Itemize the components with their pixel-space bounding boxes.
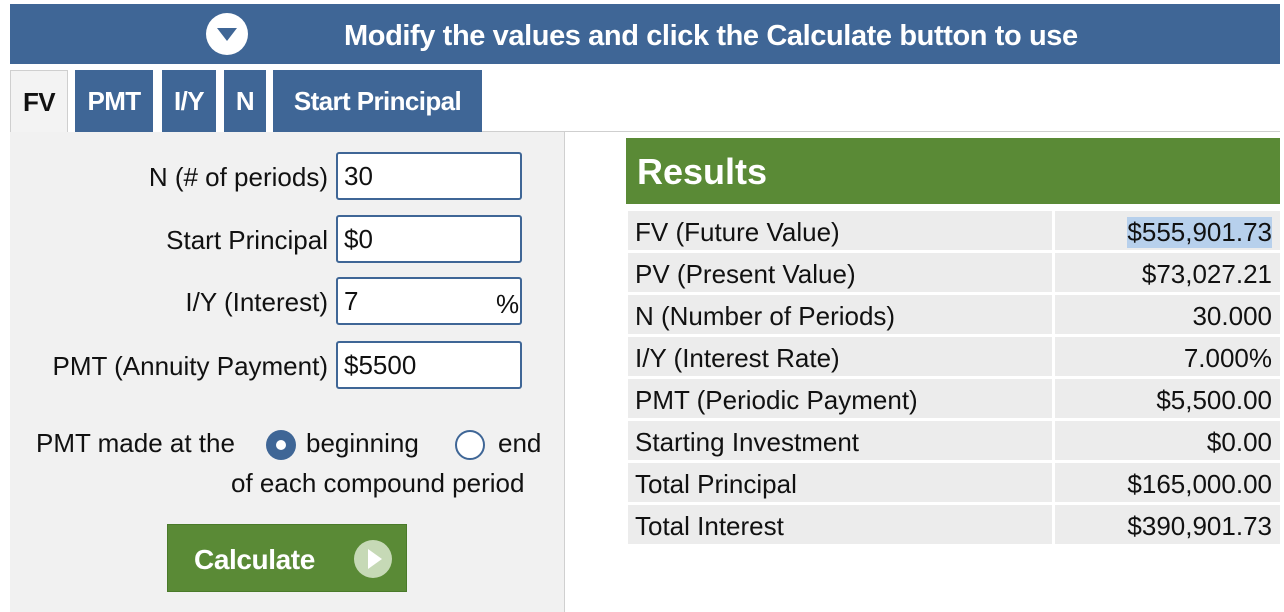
result-label: FV (Future Value) [635,217,840,247]
start-principal-input[interactable] [336,215,522,263]
calculate-button[interactable]: Calculate [167,524,407,592]
interest-label: I/Y (Interest) [185,287,328,317]
start-principal-label: Start Principal [166,225,328,255]
result-value: $390,901.73 [1127,511,1272,541]
result-row-fv: FV (Future Value) $555,901.73 [628,211,1280,250]
result-row-starting-investment: Starting Investment $0.00 [628,421,1280,460]
result-label: Starting Investment [635,427,859,457]
result-row-total-principal: Total Principal $165,000.00 [628,463,1280,502]
chevron-down-circle-icon[interactable] [206,13,248,55]
tab-fv[interactable]: FV [10,70,68,133]
percent-unit: % [496,289,520,319]
tab-start-principal[interactable]: Start Principal [273,70,482,132]
tab-pmt[interactable]: PMT [75,70,153,132]
result-label: I/Y (Interest Rate) [635,343,840,373]
n-label: N (# of periods) [148,162,328,192]
instruction-banner: Modify the values and click the Calculat… [10,4,1280,64]
result-row-iy: I/Y (Interest Rate) 7.000% [628,337,1280,376]
result-value: 30.000 [1192,301,1272,331]
start-principal-row: Start Principal [10,215,564,267]
result-value: $5,500.00 [1156,385,1272,415]
result-label: PMT (Periodic Payment) [635,385,918,415]
interest-row: I/Y (Interest) % [10,277,564,329]
n-input[interactable] [336,152,522,200]
pmt-input[interactable] [336,341,522,389]
result-label: Total Interest [635,511,784,541]
banner-message: Modify the values and click the Calculat… [344,20,1078,52]
interest-input[interactable] [336,277,522,325]
pmt-row: PMT (Annuity Payment) [10,341,564,393]
pmt-label: PMT (Annuity Payment) [52,351,328,381]
result-value-fv: $555,901.73 [1127,217,1272,248]
radio-beginning[interactable] [266,430,296,460]
result-value: 7.000% [1183,343,1272,373]
radio-end-label: end [498,428,542,458]
result-value: $165,000.00 [1127,469,1272,499]
results-title: Results [637,151,768,192]
input-panel: N (# of periods) Start Principal I/Y (In… [10,132,565,612]
results-header: Results [626,138,1280,204]
result-value: $0.00 [1206,427,1272,457]
result-row-pv: PV (Present Value) $73,027.21 [628,253,1280,292]
radio-beginning-label: beginning [306,428,419,458]
timing-suffix: of each compound period [231,468,525,498]
n-row: N (# of periods) [10,152,564,204]
result-row-total-interest: Total Interest $390,901.73 [628,505,1280,544]
result-label: N (Number of Periods) [635,301,896,331]
play-arrow-icon [354,540,392,578]
tab-iy[interactable]: I/Y [162,70,216,132]
timing-prefix: PMT made at the [36,428,235,458]
calculate-label: Calculate [194,544,315,575]
result-value: $73,027.21 [1141,259,1272,289]
result-row-n: N (Number of Periods) 30.000 [628,295,1280,334]
radio-end[interactable] [455,430,485,460]
tab-n[interactable]: N [224,70,266,132]
result-row-pmt: PMT (Periodic Payment) $5,500.00 [628,379,1280,418]
tab-divider [482,131,1280,132]
result-label: Total Principal [635,469,797,499]
result-label: PV (Present Value) [635,259,856,289]
